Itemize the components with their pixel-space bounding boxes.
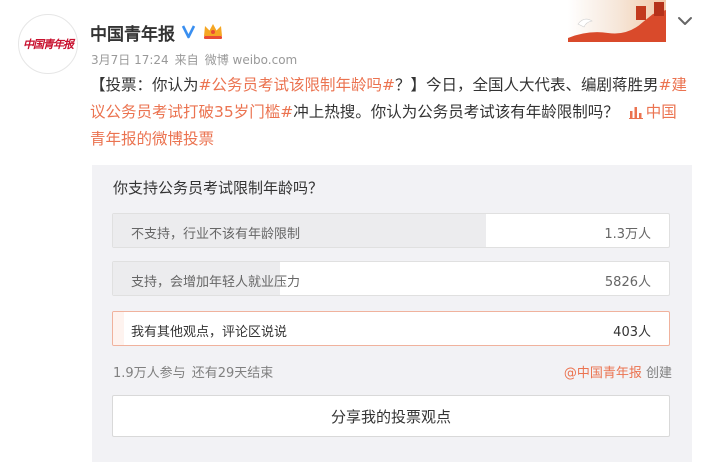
creator-suffix: 创建 [645, 366, 672, 381]
poll-option[interactable]: 支持，会增加年轻人就业压力 5826人 [112, 261, 670, 296]
post-source[interactable]: 微博 weibo.com [205, 51, 298, 68]
post-text-part1: 【投票：你认为 [90, 76, 199, 94]
poll-option-label: 不支持，行业不该有年龄限制 [131, 227, 301, 242]
poll-remaining: 还有29天结束 [191, 366, 274, 381]
poll-option-label: 支持，会增加年轻人就业压力 [131, 275, 301, 290]
poll-option-label: 我有其他观点，评论区说说 [131, 325, 288, 340]
poll-option-fill [113, 312, 125, 345]
post-text-part2: ？】今日，全国人大代表、编剧蒋胜男 [395, 76, 659, 94]
vote-chart-icon [628, 107, 643, 119]
share-vote-button[interactable]: 分享我的投票观点 [112, 395, 670, 437]
avatar[interactable]: 中国青年报 [18, 14, 78, 74]
great-wall-banner-icon [568, 0, 666, 42]
poll-option-count: 403人 [613, 325, 651, 340]
poll-stats: 1.9万人参与 还有29天结束 [113, 362, 273, 381]
poll-card: 你支持公务员考试限制年龄吗？ 不支持，行业不该有年龄限制 1.3万人 支持，会增… [92, 165, 692, 462]
poll-participants: 1.9万人参与 [113, 366, 186, 381]
creator-mention[interactable]: @中国青年报 [564, 366, 642, 381]
poll-option-selected[interactable]: 我有其他观点，评论区说说 403人 [112, 311, 670, 346]
post-meta: 3月7日 17:24 来自 微博 weibo.com [91, 51, 297, 68]
member-crown-icon [204, 24, 222, 39]
poll-option[interactable]: 不支持，行业不该有年龄限制 1.3万人 [112, 213, 670, 248]
poll-option-count: 1.3万人 [604, 227, 651, 242]
hashtag-age-limit[interactable]: #公务员考试该限制年龄吗# [199, 76, 395, 94]
poll-option-count: 5826人 [604, 275, 651, 290]
post-text-part3: 冲上热搜。你认为公务员考试该有年龄限制吗？ [293, 103, 619, 121]
verified-badge-icon [181, 24, 196, 39]
user-name[interactable]: 中国青年报 [90, 20, 175, 45]
poll-question: 你支持公务员考试限制年龄吗？ [113, 179, 324, 197]
post-source-prefix: 来自 [174, 53, 199, 67]
post-text: 【投票：你认为#公务员考试该限制年龄吗#？】今日，全国人大代表、编剧蒋胜男#建议… [90, 72, 690, 153]
poll-creator: @中国青年报 创建 [564, 362, 672, 381]
avatar-logo: 中国青年报 [23, 38, 74, 51]
post-time[interactable]: 3月7日 17:24 [91, 51, 169, 68]
chevron-down-icon[interactable] [676, 14, 694, 28]
